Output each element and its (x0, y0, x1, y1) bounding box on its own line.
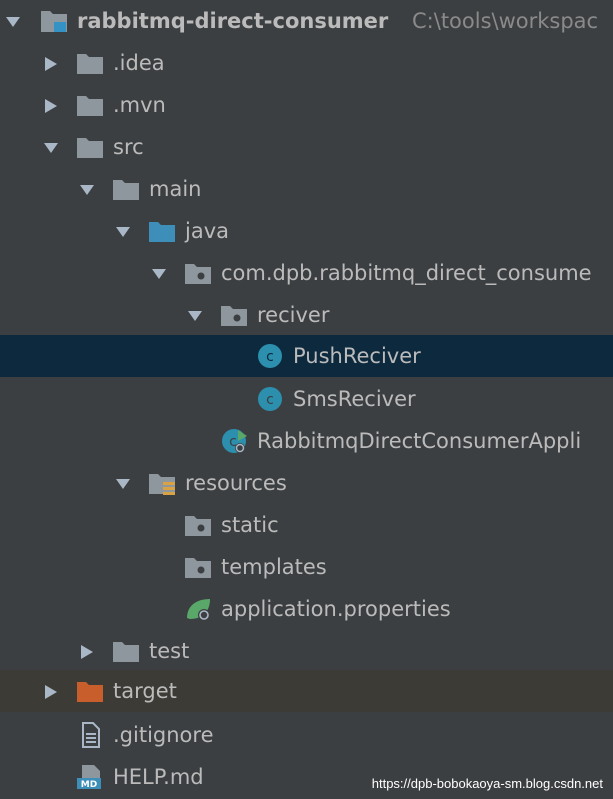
class-icon: c (258, 387, 282, 411)
tree-row-mvn[interactable]: .mvn (0, 84, 613, 126)
folder-icon (113, 642, 139, 662)
excluded-folder-icon (77, 682, 103, 702)
tree-row-gitignore[interactable]: .gitignore (0, 714, 613, 756)
folder-icon (77, 54, 103, 74)
resources-folder-icon (149, 474, 175, 495)
svg-text:MD: MD (81, 780, 97, 790)
chevron-down-icon[interactable] (114, 476, 132, 492)
package-icon (221, 306, 247, 326)
tree-label-main: main (149, 177, 202, 201)
tree-label-idea: .idea (113, 51, 165, 75)
watermark-text: https://dpb-bobokaoya-sm.blog.csdn.net (371, 776, 603, 791)
tree-row-application-properties[interactable]: application.properties (0, 588, 613, 630)
chevron-right-icon[interactable] (42, 56, 60, 72)
tree-label-resources: resources (185, 471, 287, 495)
chevron-right-icon[interactable] (42, 98, 60, 114)
tree-label-help-md: HELP.md (113, 765, 204, 789)
tree-label-templates: templates (221, 555, 327, 579)
folder-icon (113, 180, 139, 200)
tree-row-java[interactable]: java (0, 210, 613, 252)
project-name: rabbitmq-direct-consumer (77, 9, 389, 33)
svg-text:c: c (266, 392, 274, 408)
chevron-down-icon[interactable] (78, 182, 96, 198)
module-folder-icon (41, 11, 67, 32)
tree-row-package[interactable]: com.dpb.rabbitmq_direct_consume (0, 252, 613, 294)
package-icon (185, 516, 211, 536)
chevron-right-icon[interactable] (78, 644, 96, 660)
folder-icon (77, 96, 103, 116)
tree-row-src[interactable]: src (0, 126, 613, 168)
tree-row-target[interactable]: target (0, 670, 613, 712)
tree-row-application-class[interactable]: c RabbitmqDirectConsumerAppli (0, 420, 613, 462)
tree-row-test[interactable]: test (0, 630, 613, 672)
chevron-right-icon[interactable] (42, 684, 60, 700)
tree-label-application-properties: application.properties (221, 597, 451, 621)
tree-label-application-class: RabbitmqDirectConsumerAppli (257, 429, 582, 453)
tree-label-static: static (221, 513, 279, 537)
package-icon (185, 558, 211, 578)
tree-label-package: com.dpb.rabbitmq_direct_consume (221, 261, 592, 285)
chevron-down-icon[interactable] (42, 140, 60, 156)
project-path: C:\tools\workspac (412, 9, 599, 33)
tree-row-project-root[interactable]: rabbitmq-direct-consumer C:\tools\worksp… (0, 0, 613, 42)
tree-row-sms-reciver[interactable]: c SmsReciver (0, 378, 613, 420)
tree-row-push-reciver[interactable]: c PushReciver (0, 335, 613, 377)
package-icon (185, 264, 211, 284)
tree-label-test: test (149, 639, 190, 663)
chevron-down-icon[interactable] (4, 14, 22, 30)
tree-label-mvn: .mvn (113, 93, 166, 117)
tree-label-target: target (113, 679, 177, 703)
svg-text:c: c (266, 349, 274, 365)
chevron-down-icon[interactable] (150, 266, 168, 282)
tree-row-templates[interactable]: templates (0, 546, 613, 588)
tree-row-static[interactable]: static (0, 504, 613, 546)
tree-row-resources[interactable]: resources (0, 462, 613, 504)
tree-label-src: src (113, 135, 144, 159)
spring-properties-icon (187, 599, 210, 621)
chevron-down-icon[interactable] (114, 224, 132, 240)
tree-label-push-reciver: PushReciver (293, 344, 421, 368)
markdown-file-icon: MD (77, 765, 101, 790)
source-folder-icon (149, 222, 175, 242)
text-file-icon (82, 722, 100, 748)
tree-row-idea[interactable]: .idea (0, 42, 613, 84)
tree-label-gitignore: .gitignore (113, 723, 214, 747)
tree-row-main[interactable]: main (0, 168, 613, 210)
tree-label-java: java (185, 219, 229, 243)
project-tree: rabbitmq-direct-consumer C:\tools\worksp… (0, 0, 613, 799)
spring-boot-app-icon: c (222, 429, 247, 453)
chevron-down-icon[interactable] (186, 308, 204, 324)
folder-icon (77, 138, 103, 158)
tree-label-sms-reciver: SmsReciver (293, 387, 416, 411)
class-icon: c (258, 344, 282, 368)
tree-row-reciver[interactable]: reciver (0, 294, 613, 336)
tree-label-reciver: reciver (257, 303, 330, 327)
